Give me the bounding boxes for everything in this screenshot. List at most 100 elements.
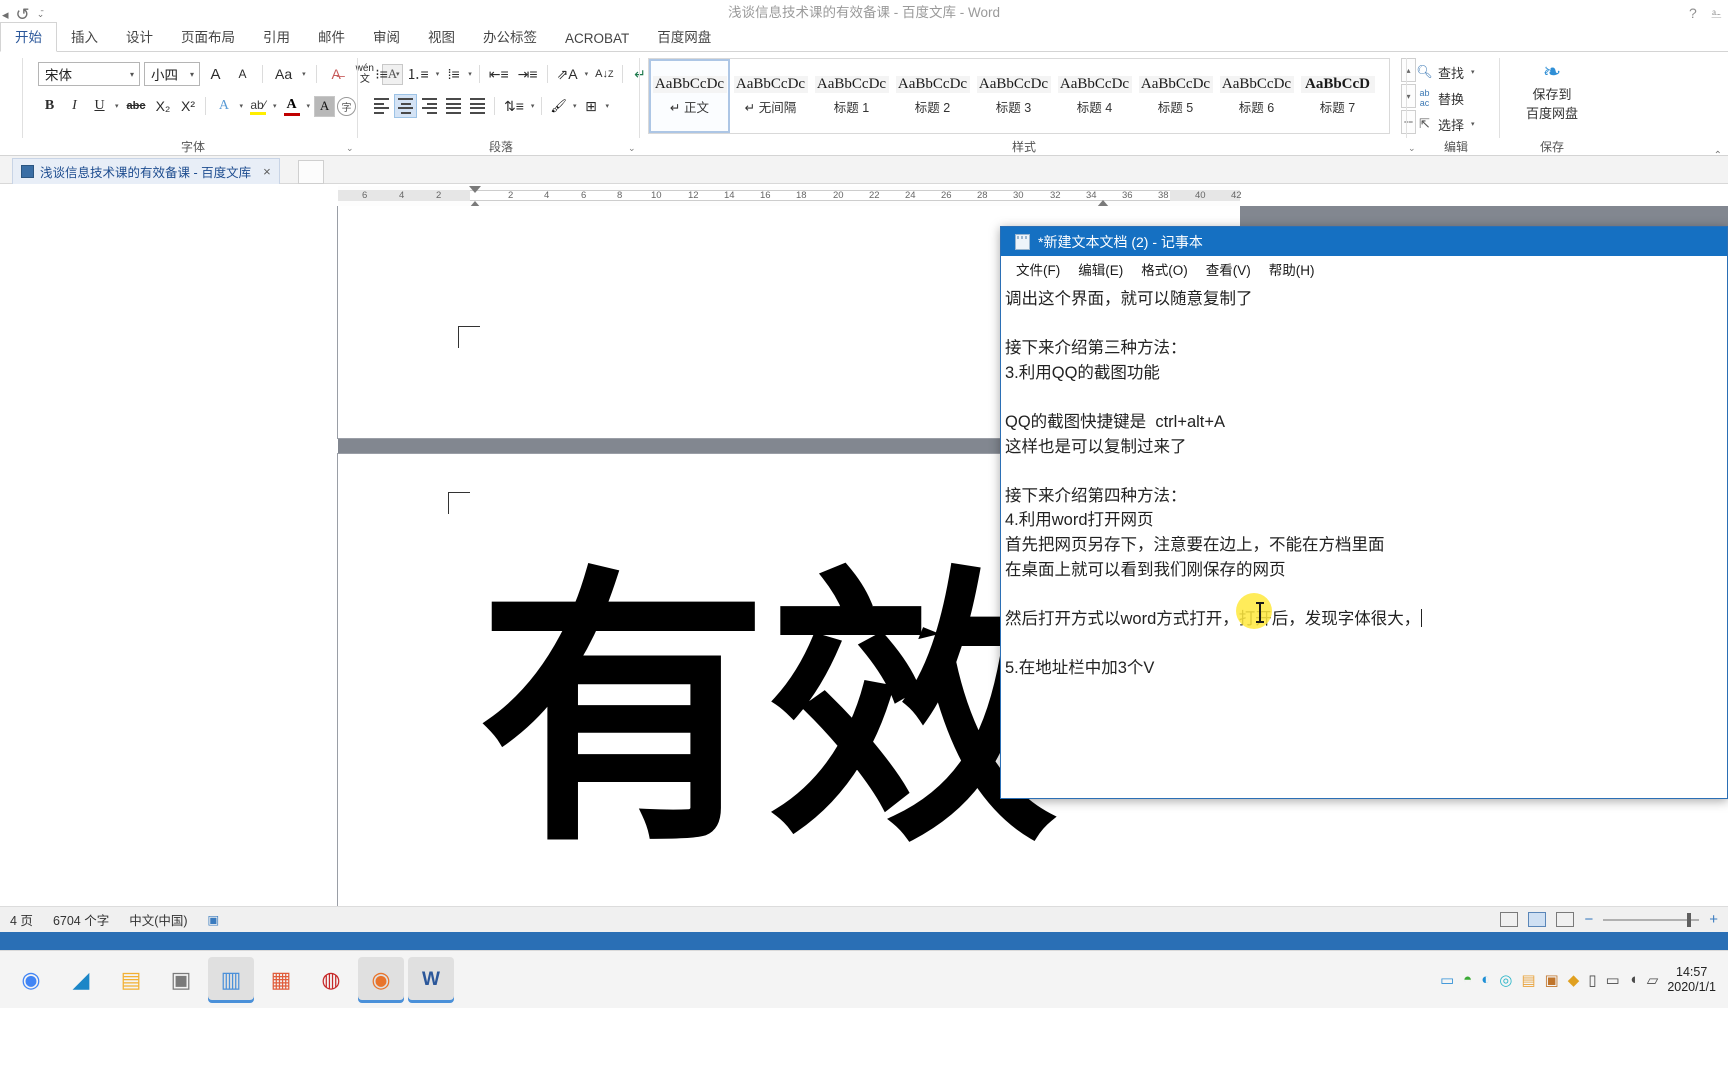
style-item-heading-5[interactable]: AaBbCcDc 标题 5: [1135, 59, 1216, 133]
tray-folder-icon[interactable]: ▤: [1521, 971, 1535, 989]
notepad-title-bar[interactable]: *新建文本文档 (2) - 记事本: [1001, 227, 1727, 256]
style-item-body[interactable]: AaBbCcDc ↵ 正文: [649, 59, 730, 133]
zoom-out-button[interactable]: −: [1584, 911, 1593, 928]
style-item-heading-3[interactable]: AaBbCcDc 标题 3: [973, 59, 1054, 133]
word-count[interactable]: 6704 个字: [43, 910, 119, 929]
asian-layout-icon[interactable]: ⇗A: [553, 62, 582, 86]
tab-mailings[interactable]: 邮件: [304, 23, 359, 51]
shading-icon[interactable]: 🖌︎: [547, 98, 570, 114]
clear-formatting-icon[interactable]: A̶: [325, 62, 348, 86]
chevron-down-icon[interactable]: ▾: [571, 102, 579, 110]
superscript-button[interactable]: X²: [176, 94, 199, 118]
tab-page-layout[interactable]: 页面布局: [167, 23, 249, 51]
style-item-heading-2[interactable]: AaBbCcDc 标题 2: [892, 59, 973, 133]
chevron-down-icon[interactable]: ▾: [1469, 68, 1477, 76]
tab-baidu-netdisk[interactable]: 百度网盘: [643, 23, 725, 51]
style-item-heading-4[interactable]: AaBbCcDc 标题 4: [1054, 59, 1135, 133]
taskbar-item-file-explorer[interactable]: ▤: [108, 957, 154, 1003]
highlight-color-icon[interactable]: ab⁄: [247, 98, 269, 115]
chevron-down-icon[interactable]: ▾: [300, 70, 308, 78]
save-to-baidu-netdisk-button[interactable]: ❧ 保存到 百度网盘: [1510, 60, 1594, 122]
taskbar-item-browser-panda[interactable]: ◍: [308, 957, 354, 1003]
line-spacing-icon[interactable]: ⇅≡: [500, 94, 528, 118]
chevron-down-icon[interactable]: ▾: [237, 102, 245, 110]
borders-icon[interactable]: ⊞: [579, 94, 602, 118]
taskbar-item-word[interactable]: W: [408, 957, 454, 1003]
taskbar-item-chrome[interactable]: ◉: [8, 957, 54, 1003]
paragraph-dialog-launcher[interactable]: ⌄: [628, 143, 638, 153]
chevron-down-icon[interactable]: ▾: [529, 102, 537, 110]
cut-button[interactable]: 切: [0, 58, 14, 80]
chevron-down-icon[interactable]: ▾: [603, 102, 611, 110]
replace-button[interactable]: abac 替换: [1416, 86, 1464, 110]
notepad-window[interactable]: *新建文本文档 (2) - 记事本 文件(F) 编辑(E) 格式(O) 查看(V…: [1000, 226, 1728, 799]
ribbon-display-options-icon[interactable]: ⎁: [1711, 5, 1722, 22]
sort-icon[interactable]: A↓Z: [591, 62, 617, 86]
menu-view[interactable]: 查看(V): [1197, 257, 1260, 281]
tray-network-icon[interactable]: ▱: [1647, 971, 1659, 989]
style-item-heading-1[interactable]: AaBbCcDc 标题 1: [811, 59, 892, 133]
zoom-slider[interactable]: [1603, 913, 1699, 927]
align-left-icon[interactable]: [370, 94, 393, 118]
align-right-icon[interactable]: [418, 94, 441, 118]
strikethrough-button[interactable]: abc: [123, 94, 150, 118]
tray-monitor-icon[interactable]: ▭: [1606, 971, 1620, 989]
tray-qq-icon[interactable]: ◐: [1481, 971, 1490, 988]
taskbar-item-edge-legacy[interactable]: ◢: [58, 957, 104, 1003]
chevron-down-icon[interactable]: ▾: [583, 70, 591, 78]
taskbar-item-gift-app[interactable]: ▦: [258, 957, 304, 1003]
proofing-icon[interactable]: ▣: [198, 912, 230, 927]
subscript-button[interactable]: X₂: [151, 94, 174, 118]
tab-review[interactable]: 审阅: [359, 23, 414, 51]
align-center-icon[interactable]: [394, 94, 417, 118]
increase-indent-icon[interactable]: ⇥≡: [514, 62, 542, 86]
style-item-heading-6[interactable]: AaBbCcDc 标题 6: [1216, 59, 1297, 133]
taskbar-item-notepad[interactable]: ▥: [208, 957, 254, 1003]
tab-view[interactable]: 视图: [414, 23, 469, 51]
print-layout-icon[interactable]: [1528, 912, 1546, 927]
taskbar-item-photo-viewer[interactable]: ▣: [158, 957, 204, 1003]
horizontal-ruler[interactable]: 6 4 2 2 4 6 8 10 12 14 16 18 20 22 24 26…: [338, 186, 1240, 206]
menu-help[interactable]: 帮助(H): [1260, 257, 1324, 281]
close-icon[interactable]: ×: [263, 164, 271, 179]
read-mode-icon[interactable]: [1500, 912, 1518, 927]
chevron-down-icon[interactable]: ▾: [127, 70, 137, 79]
chevron-down-icon[interactable]: ▾: [1469, 120, 1477, 128]
chevron-down-icon[interactable]: ▾: [394, 70, 402, 78]
menu-edit[interactable]: 编辑(E): [1069, 257, 1132, 281]
chevron-down-icon[interactable]: ▾: [187, 70, 197, 79]
underline-button[interactable]: U: [88, 94, 111, 118]
decrease-indent-icon[interactable]: ⇤≡: [485, 62, 513, 86]
page-count[interactable]: 4 页: [0, 910, 43, 929]
find-button[interactable]: 🔍︎ 查找 ▾: [1416, 60, 1477, 84]
change-case-icon[interactable]: Aa: [271, 62, 296, 86]
tab-home[interactable]: 开始: [0, 22, 57, 52]
language-indicator[interactable]: 中文(中国): [119, 910, 197, 929]
shrink-font-icon[interactable]: A: [231, 62, 254, 86]
first-line-indent-marker[interactable]: [469, 186, 481, 193]
text-effects-icon[interactable]: A: [212, 94, 235, 118]
tray-shield-icon[interactable]: ◆: [1568, 971, 1580, 989]
chevron-down-icon[interactable]: ▾: [466, 70, 474, 78]
tray-box-icon[interactable]: ▣: [1545, 971, 1559, 989]
distribute-icon[interactable]: [466, 94, 489, 118]
tray-volume-icon[interactable]: ◖: [1629, 971, 1638, 988]
taskbar-item-screen-recorder[interactable]: ◉: [358, 957, 404, 1003]
web-layout-icon[interactable]: [1556, 912, 1574, 927]
multilevel-list-icon[interactable]: ⁞≡: [442, 62, 465, 86]
grow-font-icon[interactable]: A: [204, 62, 227, 86]
bullet-list-icon[interactable]: ⁝≡: [370, 62, 393, 86]
menu-format[interactable]: 格式(O): [1132, 257, 1197, 281]
tab-references[interactable]: 引用: [249, 23, 304, 51]
tray-security-icon[interactable]: ◎: [1499, 971, 1512, 989]
tab-insert[interactable]: 插入: [57, 23, 112, 51]
numbered-list-icon[interactable]: ⒈≡: [403, 62, 433, 86]
zoom-in-button[interactable]: +: [1709, 911, 1718, 928]
chevron-down-icon[interactable]: ▾: [113, 102, 121, 110]
font-color-icon[interactable]: A: [281, 97, 303, 116]
bold-button[interactable]: B: [38, 94, 61, 118]
italic-button[interactable]: I: [63, 94, 86, 118]
justify-icon[interactable]: [442, 94, 465, 118]
document-tab[interactable]: 浅谈信息技术课的有效备课 - 百度文库 ×: [12, 158, 280, 184]
font-name-input[interactable]: 宋体 ▾: [38, 62, 140, 86]
